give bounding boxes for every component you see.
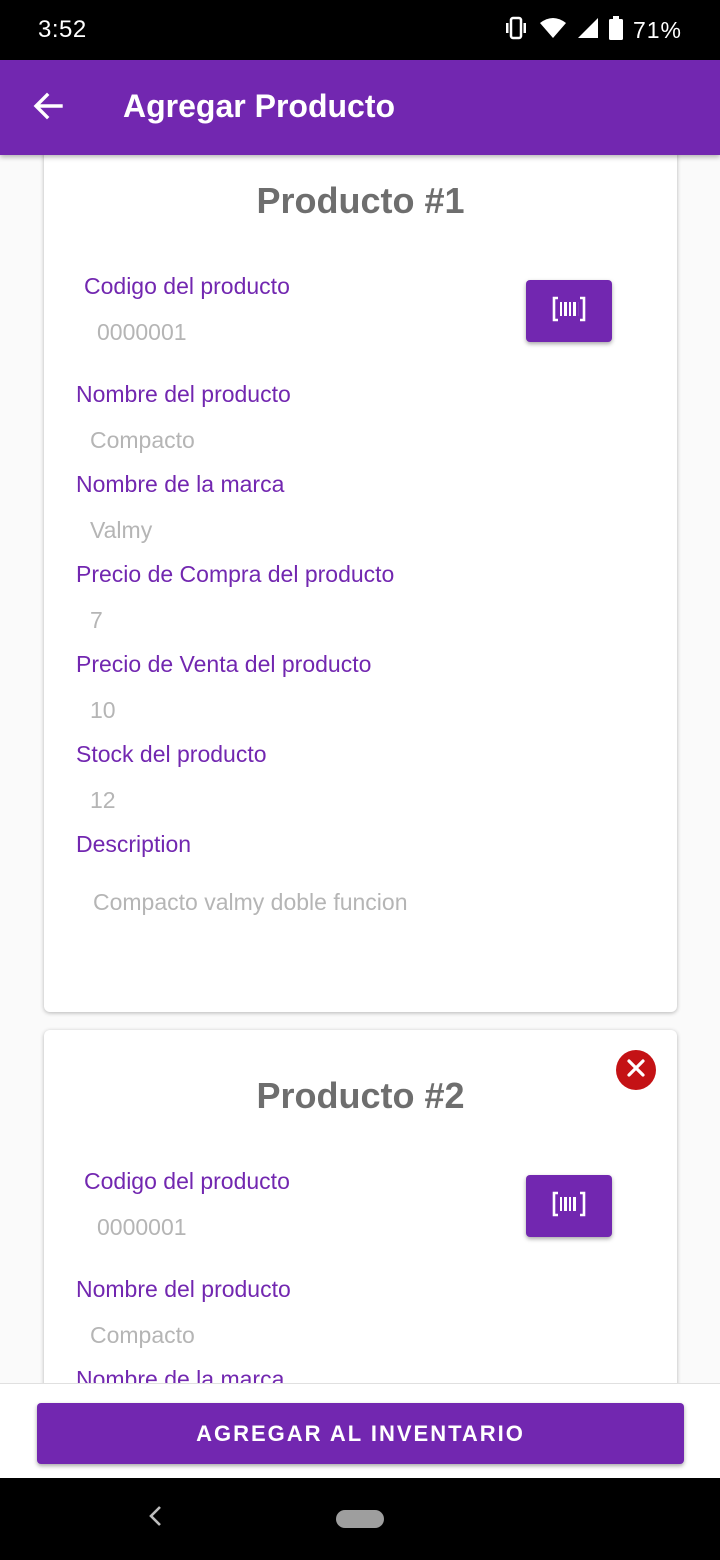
status-time: 3:52 <box>38 16 87 43</box>
product-name-input[interactable]: Compacto <box>90 1322 195 1349</box>
product-code-label: Codigo del producto <box>84 1168 290 1194</box>
battery-level: 71% <box>632 16 682 43</box>
stock-input[interactable]: 12 <box>90 787 116 814</box>
barcode-scan-icon <box>552 1191 586 1222</box>
sale-price-label: Precio de Venta del producto <box>76 651 372 677</box>
purchase-price-input[interactable]: 7 <box>90 607 103 634</box>
product-code-input[interactable]: 0000001 <box>97 319 187 346</box>
status-icons: 71% <box>503 14 682 46</box>
page-title: Agregar Producto <box>123 88 396 124</box>
description-label: Description <box>76 831 192 857</box>
description-input[interactable]: Compacto valmy doble funcion <box>93 889 408 916</box>
status-bar: 3:52 71% <box>0 0 720 60</box>
brand-name-input[interactable]: Valmy <box>90 517 152 544</box>
arrow-left-icon <box>33 92 63 125</box>
brand-name-label: Nombre de la marca <box>76 471 285 497</box>
chevron-left-icon <box>147 1505 163 1532</box>
scan-barcode-button[interactable] <box>526 1175 612 1237</box>
back-button[interactable] <box>24 82 72 134</box>
vibrate-icon <box>503 15 529 46</box>
bottom-action-bar: AGREGAR AL INVENTARIO <box>0 1383 720 1478</box>
purchase-price-label: Precio de Compra del producto <box>76 561 395 587</box>
battery-icon <box>608 15 623 45</box>
brand-name-label: Nombre de la marca <box>76 1366 285 1383</box>
stock-label: Stock del producto <box>76 741 267 767</box>
product-name-label: Nombre del producto <box>76 381 291 407</box>
add-to-inventory-button[interactable]: AGREGAR AL INVENTARIO <box>37 1403 684 1464</box>
signal-icon <box>577 17 599 44</box>
product-code-label: Codigo del producto <box>84 273 290 299</box>
product-card: Producto #2 Codigo del producto 0000001 … <box>44 1030 677 1383</box>
app-bar: Agregar Producto <box>0 60 720 155</box>
product-name-input[interactable]: Compacto <box>90 427 195 454</box>
product-list[interactable]: Producto #1 Codigo del producto 0000001 … <box>0 155 720 1383</box>
barcode-scan-icon <box>552 296 586 327</box>
product-title: Producto #1 <box>256 180 465 221</box>
nav-back-button[interactable] <box>140 1500 170 1536</box>
wifi-icon <box>539 16 567 45</box>
product-title: Producto #2 <box>256 1075 465 1116</box>
sale-price-input[interactable]: 10 <box>90 697 116 724</box>
scan-barcode-button[interactable] <box>526 280 612 342</box>
product-code-input[interactable]: 0000001 <box>97 1214 187 1241</box>
system-nav-bar <box>0 1478 720 1560</box>
product-name-label: Nombre del producto <box>76 1276 291 1302</box>
nav-home-pill[interactable] <box>336 1510 384 1528</box>
product-card: Producto #1 Codigo del producto 0000001 … <box>44 155 677 1012</box>
